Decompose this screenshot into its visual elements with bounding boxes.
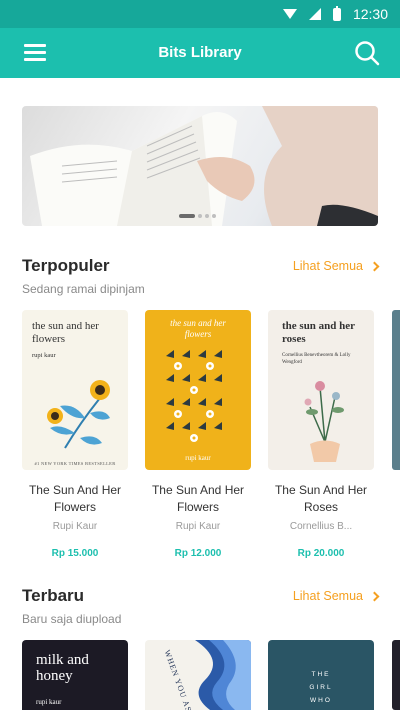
- book-author: Rupi Kaur: [175, 521, 221, 532]
- book-card[interactable]: the sun and her roses Cornellius Benevth…: [268, 310, 374, 559]
- book-cover-peek[interactable]: [392, 640, 400, 710]
- app-bar: Bits Library: [0, 28, 400, 78]
- cover-author: Cornellius Benevtheorem & Lolly Wengford: [282, 353, 351, 365]
- see-all-label: Lihat Semua: [292, 589, 363, 603]
- carousel-dot[interactable]: [205, 214, 209, 218]
- rose-bouquet-illustration: [304, 381, 344, 462]
- book-price: Rp 20.000: [297, 548, 345, 559]
- book-cover[interactable]: WHEN YOU ASK: [145, 640, 251, 710]
- book-cover: the sun and her roses Cornellius Benevth…: [268, 310, 374, 470]
- book-cover-peek[interactable]: [392, 310, 400, 470]
- book-author: Cornellius B...: [289, 521, 353, 532]
- book-cover[interactable]: THE GIRL WHO FELL: [268, 640, 374, 710]
- banner-image: [30, 106, 378, 226]
- status-time: 12:30: [352, 6, 388, 22]
- cover-author: rupi kaur: [185, 454, 211, 462]
- banner-carousel[interactable]: [22, 106, 378, 226]
- popular-book-list[interactable]: the sun and her flowers rupi kaur #1 NEW…: [22, 310, 400, 570]
- signal-icon: [308, 8, 321, 20]
- newest-book-list[interactable]: milk and honey rupi kaur WHEN YOU ASK TH…: [22, 640, 400, 710]
- book-cover: the sun and her flowers rupi kaur #1 NEW…: [22, 310, 128, 470]
- cover-title: the sun and her flowers: [170, 318, 226, 339]
- status-bar: 12:30: [0, 0, 400, 28]
- book-card[interactable]: the sun and her flowers rupi kaur #1 NEW…: [22, 310, 128, 559]
- wave-illustration: [195, 640, 251, 710]
- book-cover: the sun and her flowers rupi kaur: [145, 310, 251, 470]
- carousel-dot[interactable]: [179, 214, 195, 218]
- book-cover[interactable]: milk and honey rupi kaur: [22, 640, 128, 710]
- app-title: Bits Library: [158, 44, 242, 61]
- book-card[interactable]: the sun and her flowers rupi kaur The Su…: [145, 310, 251, 559]
- see-all-label: Lihat Semua: [292, 259, 363, 273]
- cover-note: #1 NEW YORK TIMES BESTSELLER: [34, 461, 116, 466]
- cover-author: rupi kaur: [36, 698, 62, 706]
- book-title: The Sun And Her Flowers: [151, 483, 245, 514]
- section-subtitle-newest: Baru saja diupload: [22, 612, 122, 626]
- section-title-popular: Terpopuler: [22, 256, 110, 275]
- book-price: Rp 12.000: [174, 548, 222, 559]
- book-title: The Sun And Her Flowers: [28, 483, 122, 514]
- chevron-right-icon: [369, 261, 380, 271]
- leaf-pattern: [166, 350, 222, 442]
- chevron-right-icon: [369, 591, 380, 601]
- see-all-popular-link[interactable]: Lihat Semua: [292, 259, 380, 273]
- cover-title: the sun and her flowers: [32, 320, 99, 345]
- section-subtitle-popular: Sedang ramai dipinjam: [22, 282, 145, 296]
- cover-author: rupi kaur: [32, 352, 56, 359]
- carousel-dot[interactable]: [198, 214, 202, 218]
- book-price: Rp 15.000: [51, 548, 99, 559]
- search-icon[interactable]: [354, 40, 380, 66]
- status-icons: 12:30: [282, 5, 388, 22]
- book-title: The Sun And Her Roses: [274, 483, 368, 514]
- battery-icon: [332, 5, 341, 21]
- cover-title: the sun and her roses: [282, 320, 355, 345]
- see-all-newest-link[interactable]: Lihat Semua: [292, 589, 380, 603]
- cover-title: THE GIRL WHO FELL: [309, 671, 333, 704]
- section-title-newest: Terbaru: [22, 586, 85, 605]
- carousel-dot[interactable]: [212, 214, 216, 218]
- book-author: Rupi Kaur: [52, 521, 98, 532]
- cover-title: milk and honey: [36, 652, 89, 684]
- wifi-icon: [282, 9, 297, 19]
- carousel-indicator[interactable]: [179, 214, 216, 218]
- sunflower-illustration: [47, 380, 110, 449]
